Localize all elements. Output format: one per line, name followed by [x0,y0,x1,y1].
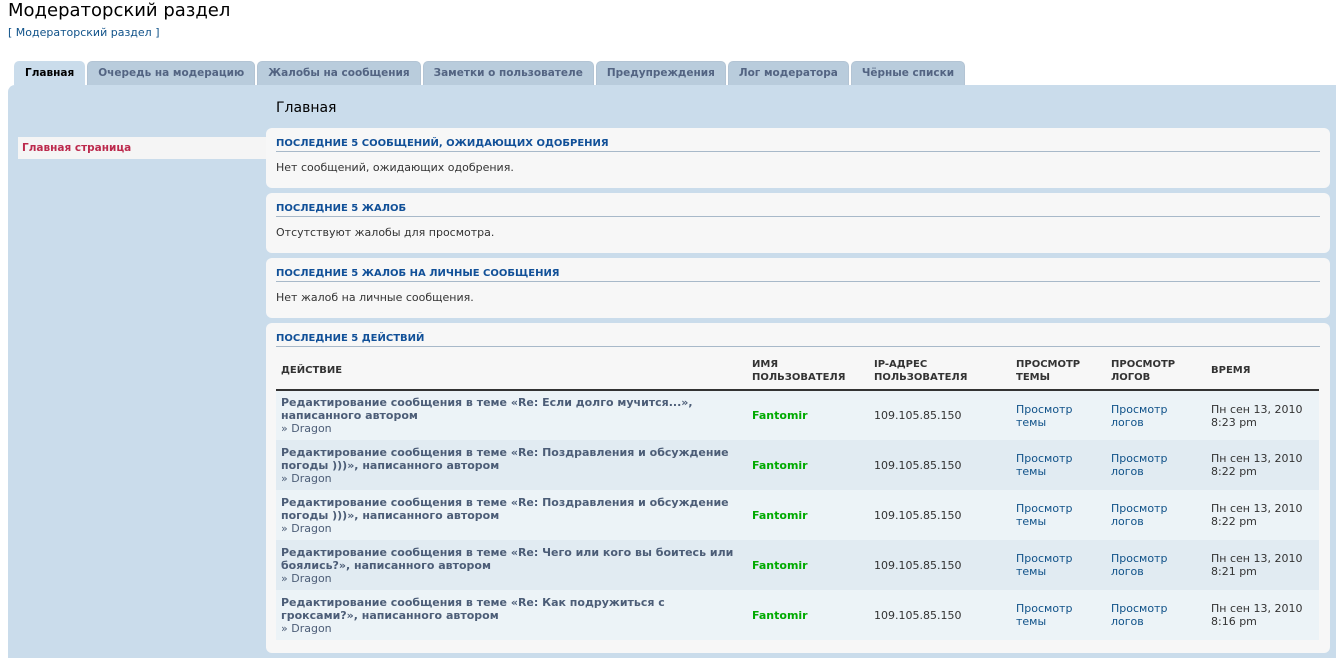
pm-reports-box-title: ПОСЛЕДНИЕ 5 ЖАЛОБ НА ЛИЧНЫЕ СООБЩЕНИЯ [276,268,1320,282]
username-link[interactable]: Fantomir [752,609,808,622]
action-author: » Dragon [281,571,332,585]
view-logs-link[interactable]: Просмотр логов [1111,452,1167,478]
action-text: Редактирование сообщения в теме «Re: Поз… [281,445,729,472]
time-cell: Пн сен 13, 2010 8:16 pm [1206,590,1319,640]
action-author: » Dragon [281,621,332,635]
username-link[interactable]: Fantomir [752,459,808,472]
actions-box: ПОСЛЕДНИЕ 5 ДЕЙСТВИЙ ДЕЙСТВИЕ ИМЯ ПОЛЬЗО… [266,323,1330,653]
time-cell: Пн сен 13, 2010 8:21 pm [1206,540,1319,590]
tab-reports[interactable]: Жалобы на сообщения [257,61,421,85]
view-topic-link[interactable]: Просмотр темы [1016,602,1072,628]
view-topic-link[interactable]: Просмотр темы [1016,552,1072,578]
reports-box-text: Отсутствуют жалобы для просмотра. [276,226,495,239]
view-logs-link[interactable]: Просмотр логов [1111,403,1167,429]
header-view-logs: ПРОСМОТР ЛОГОВ [1106,352,1206,391]
queue-box-title: ПОСЛЕДНИЕ 5 СООБЩЕНИЙ, ОЖИДАЮЩИХ ОДОБРЕН… [276,138,1320,152]
breadcrumb-close: ] [151,26,160,39]
queue-box-text: Нет сообщений, ожидающих одобрения. [276,161,514,174]
tab-bar: Главная Очередь на модерацию Жалобы на с… [14,61,967,85]
action-cell: Редактирование сообщения в теме «Re: Поз… [276,490,747,540]
view-topic-link[interactable]: Просмотр темы [1016,502,1072,528]
time-cell: Пн сен 13, 2010 8:22 pm [1206,490,1319,540]
username-link[interactable]: Fantomir [752,509,808,522]
header-action: ДЕЙСТВИЕ [276,352,747,391]
username-link[interactable]: Fantomir [752,559,808,572]
queue-box: ПОСЛЕДНИЕ 5 СООБЩЕНИЙ, ОЖИДАЮЩИХ ОДОБРЕН… [266,128,1330,188]
ip-cell: 109.105.85.150 [869,390,1011,440]
view-topic-link[interactable]: Просмотр темы [1016,403,1072,429]
breadcrumb: [ Модераторский раздел ] [8,26,160,39]
view-logs-link[interactable]: Просмотр логов [1111,502,1167,528]
reports-box-title: ПОСЛЕДНИЕ 5 ЖАЛОБ [276,203,1320,217]
table-row: Редактирование сообщения в теме «Re: Поз… [276,490,1319,540]
tab-mod-log[interactable]: Лог модератора [727,61,849,85]
pm-reports-box: ПОСЛЕДНИЕ 5 ЖАЛОБ НА ЛИЧНЫЕ СООБЩЕНИЯ Не… [266,258,1330,318]
reports-box: ПОСЛЕДНИЕ 5 ЖАЛОБ Отсутствуют жалобы для… [266,193,1330,253]
sidebar-item-main-page[interactable]: Главная страница [18,137,266,159]
tab-warnings[interactable]: Предупреждения [595,61,726,85]
table-row: Редактирование сообщения в теме «Re: Есл… [276,390,1319,440]
action-author: » Dragon [281,422,332,435]
time-cell: Пн сен 13, 2010 8:23 pm [1206,390,1319,440]
tab-mod-queue[interactable]: Очередь на модерацию [87,61,256,85]
table-row: Редактирование сообщения в теме «Re: Как… [276,590,1319,640]
breadcrumb-link[interactable]: Модераторский раздел [16,26,152,39]
action-text: Редактирование сообщения в теме «Re: Чег… [281,545,734,572]
ip-cell: 109.105.85.150 [869,540,1011,590]
actions-table: ДЕЙСТВИЕ ИМЯ ПОЛЬЗОВАТЕЛЯ IP-АДРЕС ПОЛЬЗ… [276,352,1319,640]
action-text: Редактирование сообщения в теме «Re: Есл… [281,396,693,422]
action-text: Редактирование сообщения в теме «Re: Поз… [281,495,729,522]
action-cell: Редактирование сообщения в теме «Re: Как… [276,590,747,640]
breadcrumb-open: [ [8,26,16,39]
ip-cell: 109.105.85.150 [869,590,1011,640]
view-logs-link[interactable]: Просмотр логов [1111,602,1167,628]
main-heading: Главная [276,100,337,116]
action-cell: Редактирование сообщения в теме «Re: Поз… [276,440,747,490]
time-cell: Пн сен 13, 2010 8:22 pm [1206,440,1319,490]
action-cell: Редактирование сообщения в теме «Re: Есл… [276,390,747,440]
page-title: Модераторский раздел [8,0,231,21]
ip-cell: 109.105.85.150 [869,440,1011,490]
actions-box-title: ПОСЛЕДНИЕ 5 ДЕЙСТВИЙ [276,333,1320,347]
view-topic-link[interactable]: Просмотр темы [1016,452,1072,478]
header-user: ИМЯ ПОЛЬЗОВАТЕЛЯ [747,352,869,391]
table-header-row: ДЕЙСТВИЕ ИМЯ ПОЛЬЗОВАТЕЛЯ IP-АДРЕС ПОЛЬЗ… [276,352,1319,391]
header-view-topic: ПРОСМОТР ТЕМЫ [1011,352,1106,391]
header-ip: IP-АДРЕС ПОЛЬЗОВАТЕЛЯ [869,352,1011,391]
action-author: » Dragon [281,521,332,535]
action-cell: Редактирование сообщения в теме «Re: Чег… [276,540,747,590]
pm-reports-box-text: Нет жалоб на личные сообщения. [276,291,474,304]
tab-ban-lists[interactable]: Чёрные списки [850,61,966,85]
table-row: Редактирование сообщения в теме «Re: Поз… [276,440,1319,490]
view-logs-link[interactable]: Просмотр логов [1111,552,1167,578]
username-link[interactable]: Fantomir [752,409,808,422]
table-row: Редактирование сообщения в теме «Re: Чег… [276,540,1319,590]
action-author: » Dragon [281,471,332,485]
tab-main[interactable]: Главная [14,61,86,85]
ip-cell: 109.105.85.150 [869,490,1011,540]
action-text: Редактирование сообщения в теме «Re: Как… [281,595,665,622]
tab-user-notes[interactable]: Заметки о пользователе [422,61,594,85]
header-time: ВРЕМЯ [1206,352,1319,391]
